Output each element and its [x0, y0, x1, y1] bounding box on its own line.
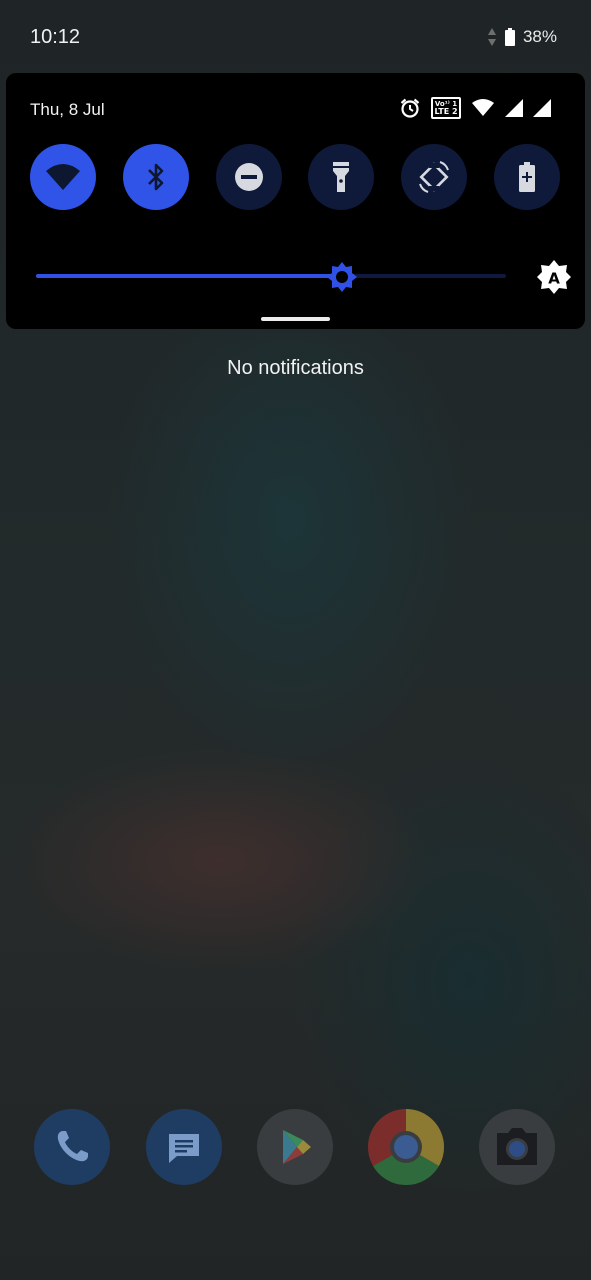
- play-store-icon: [283, 1130, 311, 1164]
- flashlight-icon: [333, 162, 349, 192]
- data-activity-icon: [487, 28, 496, 46]
- wifi-signal-icon: [472, 99, 494, 116]
- no-notifications-text: No notifications: [227, 357, 364, 379]
- dock-phone-app[interactable]: [34, 1109, 110, 1185]
- battery-icon: [504, 28, 515, 46]
- tile-auto-rotate[interactable]: [401, 144, 467, 210]
- qs-status-icons: Vo¹⁾ 1 LTE 2: [399, 97, 551, 119]
- quick-settings-panel[interactable]: Thu, 8 Jul Vo¹⁾ 1 LTE 2 A: [6, 73, 585, 329]
- quick-settings-tiles: [30, 144, 560, 210]
- auto-brightness-label: A: [548, 270, 560, 288]
- qs-drag-handle[interactable]: [261, 317, 330, 321]
- brightness-thumb-icon[interactable]: [326, 261, 358, 293]
- dock-play-store-app[interactable]: [257, 1109, 333, 1185]
- bluetooth-icon: [148, 163, 164, 191]
- tile-battery-saver[interactable]: [494, 144, 560, 210]
- messages-icon: [169, 1134, 199, 1163]
- tile-bluetooth[interactable]: [123, 144, 189, 210]
- phone-icon: [57, 1131, 88, 1162]
- status-bar: 10:12 38%: [0, 0, 591, 74]
- status-time: 10:12: [30, 26, 81, 48]
- brightness-fill: [36, 274, 342, 278]
- brightness-slider[interactable]: A: [36, 259, 571, 295]
- volte-line2: LTE 2: [434, 106, 458, 116]
- tile-do-not-disturb[interactable]: [216, 144, 282, 210]
- tile-flashlight[interactable]: [308, 144, 374, 210]
- auto-rotate-icon: [419, 161, 449, 193]
- battery-percent: 38%: [522, 27, 557, 46]
- chrome-icon: [368, 1109, 444, 1185]
- status-icons: 38%: [487, 27, 557, 47]
- qs-date[interactable]: Thu, 8 Jul: [30, 100, 105, 120]
- cell-signal-icon-2: [533, 99, 551, 117]
- camera-icon: [497, 1128, 537, 1165]
- dock-messages-app[interactable]: [146, 1109, 222, 1185]
- app-dock: [0, 1109, 591, 1187]
- volte-icon: Vo¹⁾ 1 LTE 2: [431, 97, 461, 119]
- dock-camera-app[interactable]: [479, 1109, 555, 1185]
- tile-wifi[interactable]: [30, 144, 96, 210]
- wifi-icon: [46, 164, 80, 190]
- cell-signal-icon: [505, 99, 523, 117]
- dock-chrome-app[interactable]: [368, 1109, 444, 1185]
- battery-saver-icon: [519, 162, 535, 192]
- alarm-icon: [400, 98, 420, 118]
- auto-brightness-icon[interactable]: A: [536, 259, 572, 295]
- do-not-disturb-icon: [235, 163, 263, 191]
